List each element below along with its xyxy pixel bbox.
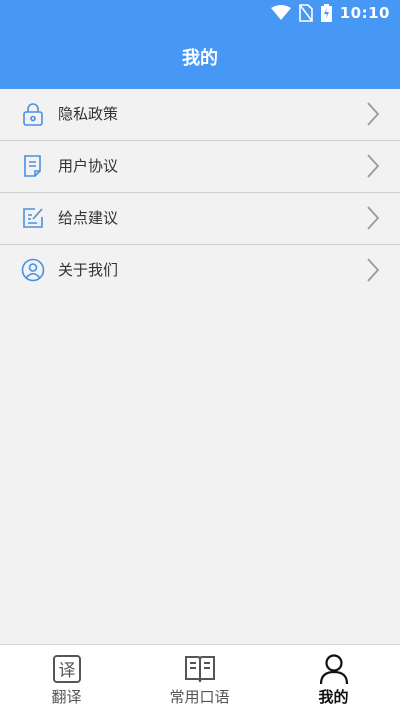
document-icon bbox=[24, 155, 41, 177]
chevron-right-icon bbox=[367, 206, 380, 230]
menu-item-label: 关于我们 bbox=[58, 261, 119, 279]
status-icons: 10:10 bbox=[270, 4, 390, 22]
menu-item-label: 用户协议 bbox=[58, 157, 119, 175]
status-time: 10:10 bbox=[339, 4, 390, 22]
person-icon bbox=[319, 654, 348, 685]
settings-menu: 隐私政策 用户协议 给点建议 关于我们 bbox=[0, 89, 400, 296]
menu-item-label: 隐私政策 bbox=[58, 105, 119, 123]
tab-label: 常用口语 bbox=[169, 688, 230, 706]
menu-item-feedback[interactable]: 给点建议 bbox=[0, 193, 400, 245]
tab-translate[interactable]: 译 翻译 bbox=[0, 645, 133, 712]
page-title: 我的 bbox=[182, 48, 218, 69]
chevron-right-icon bbox=[367, 258, 380, 282]
svg-text:译: 译 bbox=[58, 661, 75, 681]
tab-mine[interactable]: 我的 bbox=[267, 645, 400, 712]
menu-item-privacy-policy[interactable]: 隐私政策 bbox=[0, 89, 400, 141]
tab-label: 我的 bbox=[318, 688, 349, 706]
battery-icon bbox=[320, 4, 332, 22]
edit-note-icon bbox=[23, 208, 43, 228]
translate-icon: 译 bbox=[52, 655, 81, 683]
status-bar: 10:10 bbox=[0, 0, 400, 28]
menu-item-label: 给点建议 bbox=[58, 209, 119, 227]
menu-item-about-us[interactable]: 关于我们 bbox=[0, 245, 400, 296]
tab-common-phrases[interactable]: 常用口语 bbox=[133, 645, 266, 712]
user-circle-icon bbox=[21, 258, 45, 282]
tab-label: 翻译 bbox=[51, 688, 82, 706]
app-header: 10:10 我的 bbox=[0, 0, 400, 89]
chevron-right-icon bbox=[367, 102, 380, 126]
no-sim-icon bbox=[298, 4, 313, 22]
wifi-icon bbox=[270, 5, 291, 20]
bottom-tab-bar: 译 翻译 常用口语 我的 bbox=[0, 644, 400, 712]
book-icon bbox=[184, 656, 215, 683]
lock-icon bbox=[23, 103, 43, 126]
chevron-right-icon bbox=[367, 154, 380, 178]
menu-item-user-agreement[interactable]: 用户协议 bbox=[0, 141, 400, 193]
